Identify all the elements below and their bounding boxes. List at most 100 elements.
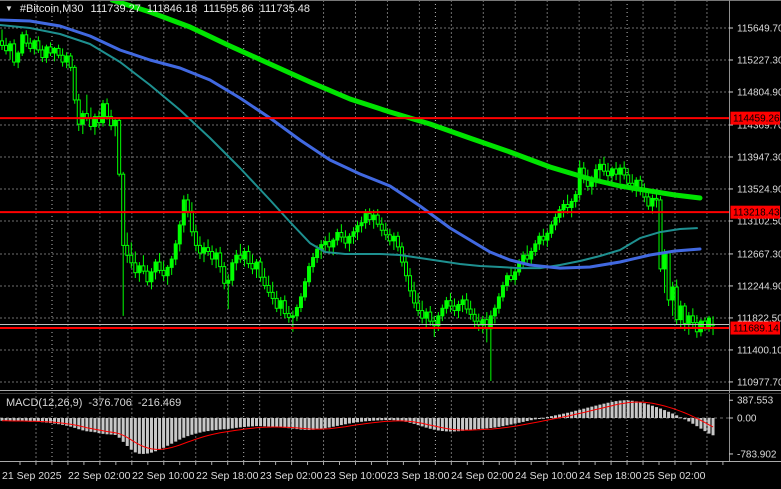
- candle-bullish: [513, 271, 518, 280]
- candle-bearish: [622, 167, 627, 176]
- macd-bar: [194, 418, 198, 434]
- macd-bar: [356, 418, 360, 423]
- macd-bar: [465, 418, 469, 431]
- candle-bullish: [371, 214, 376, 221]
- candle-bullish: [303, 281, 307, 298]
- candle-bullish: [492, 307, 497, 317]
- macd-bar: [65, 418, 69, 426]
- candle-bullish: [650, 197, 655, 207]
- macd-bar: [509, 418, 513, 425]
- macd-bar: [162, 418, 166, 448]
- macd-bar: [347, 418, 351, 424]
- candle-bearish: [339, 232, 344, 238]
- macd-bar: [117, 418, 121, 438]
- candle-bullish: [307, 266, 312, 283]
- candle-bullish: [355, 225, 360, 233]
- candle-bullish: [20, 34, 25, 54]
- candle-bullish: [230, 262, 235, 281]
- candle-bullish: [424, 311, 429, 319]
- macd-bar: [679, 417, 683, 419]
- candle-bearish: [654, 197, 659, 201]
- time-tick-label: 21 Sep 2025: [2, 470, 62, 482]
- macd-bar: [343, 418, 347, 425]
- time-tick-label: 22 Sep 02:00: [68, 470, 131, 482]
- macd-bar: [420, 418, 424, 427]
- candle-bullish: [214, 252, 219, 260]
- macd-indicator-label: MACD(12,26,9) -376.706 -216.469: [6, 397, 181, 409]
- time-tick-label: 24 Sep 02:00: [451, 470, 514, 482]
- macd-bar: [444, 418, 448, 432]
- candle-bearish: [125, 244, 130, 256]
- candle-bearish: [117, 119, 122, 175]
- candle-bearish: [88, 117, 93, 127]
- candle-bearish: [161, 269, 166, 277]
- candle-bearish: [690, 315, 695, 324]
- candle-bearish: [452, 305, 457, 312]
- macd-bar: [606, 402, 610, 418]
- candle-bullish: [226, 279, 231, 284]
- macd-bar: [461, 418, 465, 431]
- macd-bar: [618, 400, 622, 418]
- candle-bearish: [40, 49, 45, 59]
- macd-bar: [323, 418, 327, 429]
- macd-bar: [493, 418, 497, 428]
- macd-bar: [174, 418, 178, 442]
- candle-bearish: [448, 300, 453, 307]
- candle-bearish: [367, 213, 372, 221]
- macd-axis[interactable]: 387.553 0.00 -783.902: [729, 396, 777, 461]
- candle-bearish: [262, 276, 267, 287]
- price-level-badge-label: 114459.26: [733, 114, 780, 125]
- candle-bullish: [351, 231, 356, 237]
- macd-bar: [481, 418, 485, 429]
- macd-bar: [428, 418, 432, 429]
- macd-bar: [121, 418, 125, 442]
- grid-layer: [0, 0, 729, 461]
- candle-bullish: [529, 250, 534, 260]
- open-value: 111739.27: [90, 3, 141, 15]
- macd-bar: [372, 418, 376, 421]
- price-axis[interactable]: 115649.70115227.30114804.90114369.701139…: [729, 24, 781, 389]
- macd-bar: [368, 418, 372, 421]
- candle-bearish: [416, 302, 421, 312]
- chart-dropdown-icon[interactable]: ▼: [5, 5, 13, 13]
- macd-bar: [501, 418, 505, 427]
- chart-canvas[interactable]: 115649.70115227.30114804.90114369.701139…: [0, 0, 781, 489]
- low-value: 111595.86: [203, 3, 254, 15]
- macd-bar: [590, 406, 594, 418]
- macd-bar: [351, 418, 355, 423]
- macd-bar: [178, 418, 182, 440]
- candle-bearish: [395, 235, 400, 248]
- candle-bearish: [509, 275, 514, 280]
- candle-bearish: [404, 261, 408, 277]
- candle-bearish: [189, 210, 194, 233]
- macd-bar: [210, 418, 214, 431]
- candle-bearish: [121, 173, 126, 246]
- macd-bar: [291, 418, 295, 429]
- macd-bar: [380, 418, 384, 421]
- macd-bar: [586, 407, 590, 418]
- price-tick-label: 113947.30: [737, 152, 781, 163]
- macd-bar: [307, 418, 311, 431]
- candle-bearish: [658, 199, 663, 270]
- candle-bullish: [561, 203, 566, 211]
- candle-bullish: [456, 303, 461, 312]
- candle-bearish: [327, 241, 332, 248]
- candle-bullish: [549, 224, 554, 234]
- candle-bullish: [311, 257, 316, 268]
- candle-bearish: [157, 261, 162, 271]
- candle-bullish: [569, 200, 574, 209]
- candle-bearish: [286, 313, 291, 318]
- candle-bullish: [505, 275, 509, 287]
- macd-bar: [242, 418, 246, 427]
- close-value: 111735.48: [259, 3, 311, 15]
- macd-bar: [376, 418, 380, 421]
- macd-bar: [166, 418, 170, 446]
- candle-bullish: [16, 52, 21, 63]
- candle-bearish: [541, 235, 546, 241]
- macd-bar: [408, 418, 412, 423]
- macd-bar: [412, 418, 416, 424]
- candle-bearish: [274, 297, 279, 309]
- macd-signal-layer: [2, 401, 714, 450]
- candle-bearish: [472, 313, 477, 322]
- time-axis[interactable]: 21 Sep 2025 22 Sep 02:00 22 Sep 10:00 22 Se…: [2, 462, 724, 482]
